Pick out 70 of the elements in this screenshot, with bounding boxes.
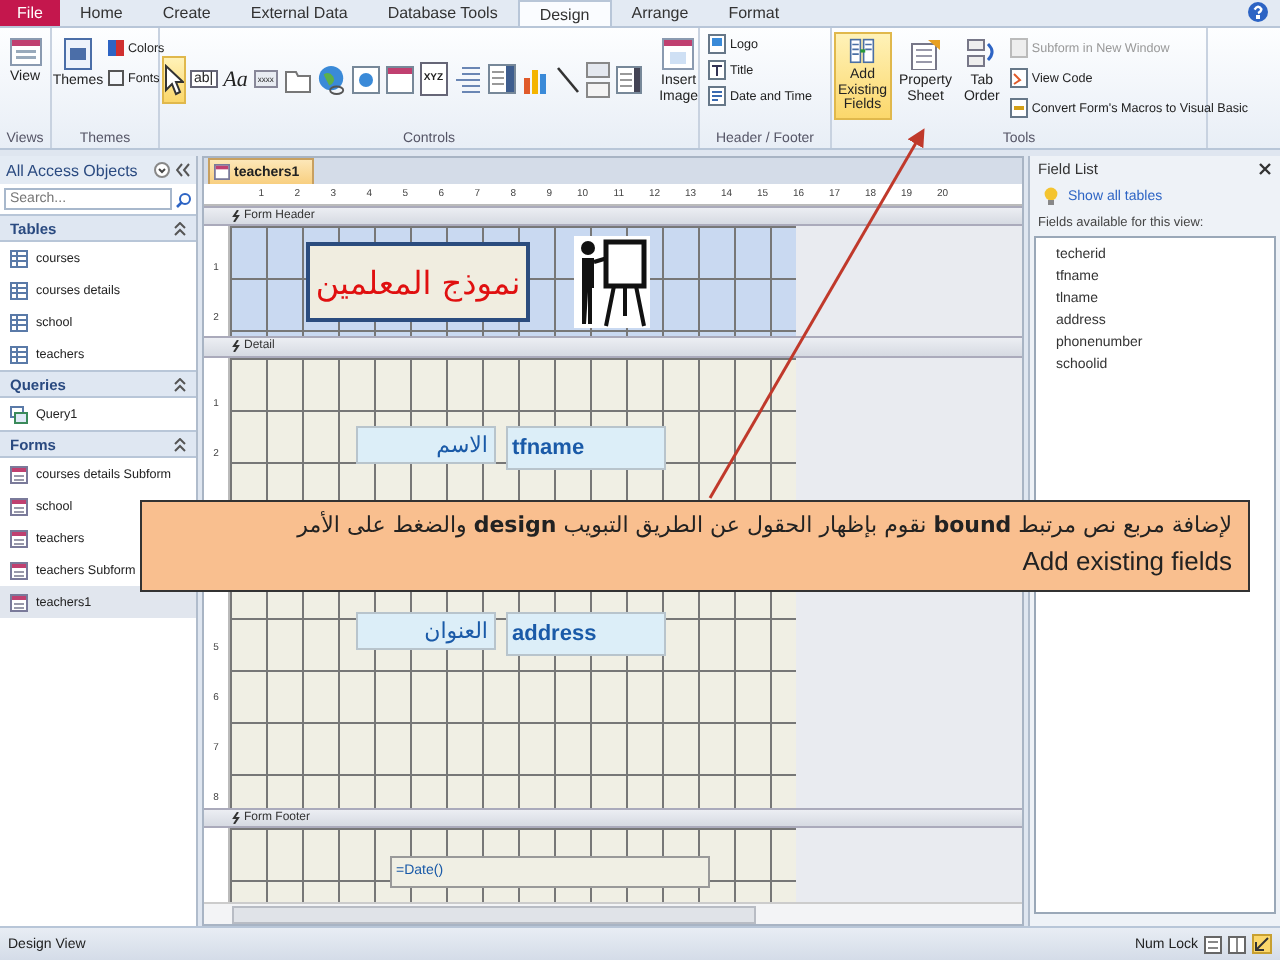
sheet-icon	[909, 38, 942, 70]
search-icon[interactable]	[176, 191, 192, 207]
lightbulb-icon	[1042, 186, 1060, 206]
page-break-icon	[453, 65, 482, 93]
collapse-icon[interactable]	[176, 162, 190, 178]
ribbon-tab[interactable]: Arrange	[611, 0, 709, 26]
table-icon	[10, 345, 28, 363]
pointer-tool-button[interactable]	[162, 55, 186, 103]
convert-icon	[1009, 98, 1028, 118]
close-icon[interactable]	[1258, 162, 1272, 176]
help-icon[interactable]	[1248, 2, 1268, 22]
label-tool-button[interactable]: Aa	[221, 55, 250, 103]
field-label[interactable]: العنوان	[356, 611, 496, 650]
window-icon	[385, 65, 414, 93]
table-icon	[10, 281, 28, 299]
logo-icon	[708, 34, 726, 54]
toggle-icon	[585, 61, 610, 97]
globe-link-icon	[317, 63, 346, 95]
ribbon-tab[interactable]: Database Tools	[367, 0, 518, 26]
ribbon-tab[interactable]: Format	[708, 0, 800, 26]
collapse-icon	[174, 377, 186, 391]
form-icon	[10, 465, 28, 483]
folder-tab-icon	[283, 65, 312, 93]
bound-textbox[interactable]: tfname	[506, 425, 666, 470]
form-icon	[10, 497, 28, 515]
design-view-icon[interactable]	[1252, 934, 1272, 954]
collapse-icon	[174, 221, 186, 235]
form-icon	[214, 164, 230, 180]
browser-icon	[351, 65, 380, 93]
datetime-icon	[708, 86, 726, 106]
vertical-ruler	[204, 828, 230, 903]
ribbon-tab[interactable]: Design	[517, 0, 612, 26]
subform-icon	[1009, 38, 1028, 58]
query-icon	[10, 405, 28, 423]
section-icon	[232, 812, 240, 824]
form-title-label[interactable]: نموذج المعلمين	[306, 242, 530, 323]
bound-textbox[interactable]: address	[506, 611, 666, 656]
layout-view-icon[interactable]	[1228, 935, 1246, 953]
field-columns-icon	[846, 38, 879, 64]
tab-order-icon	[965, 38, 998, 70]
dropdown-icon[interactable]	[154, 162, 170, 178]
section-icon	[232, 210, 240, 223]
field-label[interactable]: الاسم	[356, 425, 496, 464]
ribbon-tab[interactable]: External Data	[230, 0, 368, 26]
code-icon	[1009, 68, 1028, 88]
themes-icon	[64, 38, 92, 70]
form-icon	[10, 561, 28, 579]
form-icon	[10, 529, 28, 547]
section-icon	[232, 340, 240, 353]
pointer-icon	[164, 63, 184, 95]
collapse-icon	[174, 437, 186, 451]
ribbon-tab[interactable]: Home	[60, 0, 143, 26]
line-icon	[555, 65, 580, 93]
file-tab[interactable]: File	[0, 0, 60, 26]
form-view-icon	[9, 38, 41, 66]
form-icon	[10, 593, 28, 611]
chart-icon	[521, 65, 550, 93]
teacher-board-icon[interactable]	[574, 236, 650, 329]
image-icon	[662, 38, 695, 70]
callout-command: Add existing fields	[1022, 546, 1232, 578]
title-icon	[708, 60, 726, 80]
combo-box-icon	[487, 64, 516, 94]
table-icon	[10, 313, 28, 331]
palette-icon	[108, 40, 124, 56]
horizontal-scrollbar[interactable]	[204, 902, 1022, 925]
table-icon	[10, 249, 28, 267]
pane-title: All Access Objects	[6, 161, 140, 179]
list-box-icon	[615, 65, 642, 93]
form-view-icon[interactable]	[1204, 935, 1222, 953]
ribbon-tab[interactable]: Create	[142, 0, 231, 26]
